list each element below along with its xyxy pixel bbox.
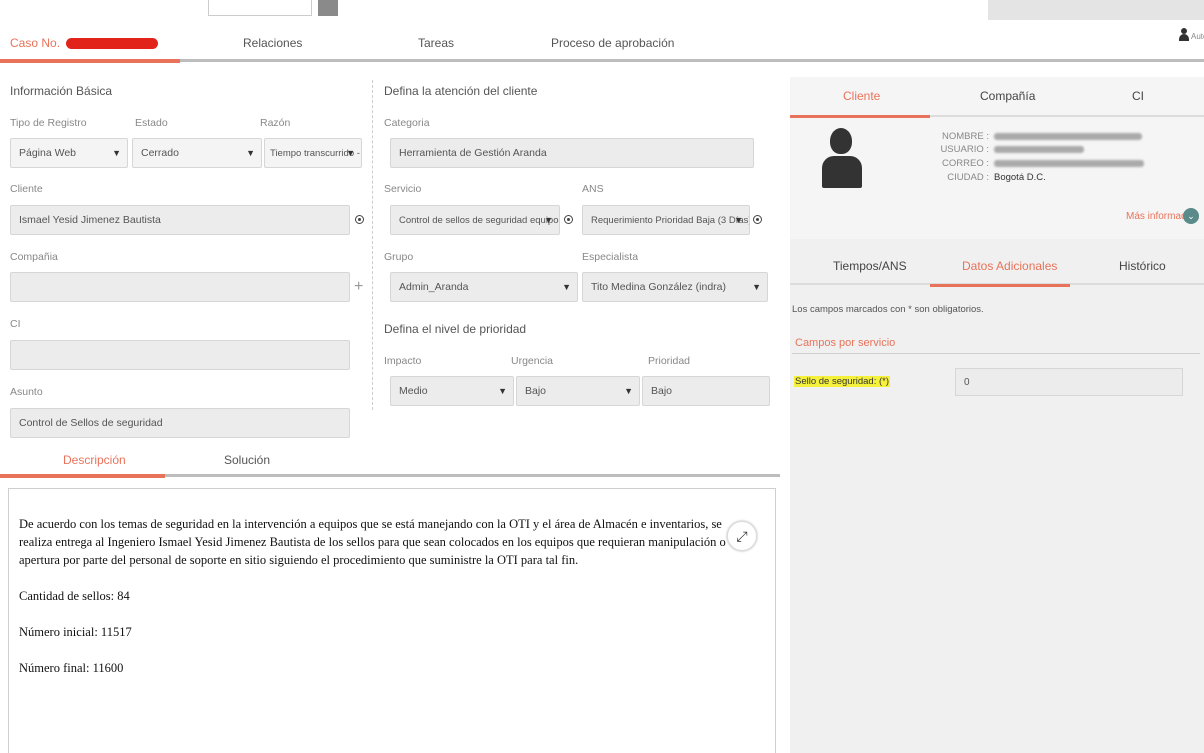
user-name: Auto	[1191, 32, 1204, 41]
cliente-info-icon[interactable]	[355, 215, 364, 224]
avatar-icon	[822, 128, 862, 188]
nombre-value	[994, 131, 1142, 142]
ciudad-label: CIUDAD :	[947, 172, 989, 183]
expand-icon[interactable]: ⤢	[727, 521, 757, 551]
compania-field[interactable]	[10, 272, 350, 302]
tab-relaciones[interactable]: Relaciones	[243, 36, 302, 50]
top-search-button[interactable]	[318, 0, 338, 16]
ci-label: CI	[10, 318, 21, 330]
cliente-value: Ismael Yesid Jimenez Bautista	[19, 214, 161, 226]
razon-select[interactable]: Tiempo transcurrido - Sin re...	[264, 138, 362, 168]
column-divider	[372, 80, 373, 410]
categoria-field[interactable]: Herramienta de Gestión Aranda	[390, 138, 754, 168]
attention-title: Defina la atención del cliente	[384, 84, 538, 98]
campos-divider	[792, 353, 1200, 354]
grupo-label: Grupo	[384, 251, 414, 263]
tab-solucion[interactable]: Solución	[224, 453, 270, 467]
add-compania-icon[interactable]: +	[354, 278, 363, 296]
urgencia-value: Bajo	[525, 385, 547, 397]
active-tab-indicator	[0, 59, 180, 63]
chevron-down-icon[interactable]: ⌄	[1183, 208, 1199, 224]
servicio-select[interactable]: Control de sellos de seguridad equipos	[390, 205, 560, 235]
tab-tareas[interactable]: Tareas	[418, 36, 454, 50]
impacto-label: Impacto	[384, 355, 422, 367]
nombre-label: NOMBRE :	[942, 131, 989, 142]
servicio-label: Servicio	[384, 183, 422, 195]
tab-ci[interactable]: CI	[1132, 89, 1144, 103]
tipo-registro-value: Página Web	[19, 147, 77, 159]
razon-value: Tiempo transcurrido - Sin re...	[270, 147, 361, 159]
sello-seguridad-label: Sello de seguridad: (*)	[794, 376, 890, 387]
tab-datos-adicionales[interactable]: Datos Adicionales	[962, 259, 1057, 273]
extra-tab-indicator	[930, 284, 1070, 287]
user-icon[interactable]	[1178, 28, 1190, 42]
priority-title: Defina el nivel de prioridad	[384, 322, 527, 336]
description-content[interactable]: De acuerdo con los temas de seguridad en…	[8, 488, 776, 753]
sello-seguridad-field[interactable]: 0	[955, 368, 1183, 396]
prioridad-value: Bajo	[651, 385, 673, 397]
basic-info-title: Información Básica	[10, 84, 113, 98]
tab-descripcion[interactable]: Descripción	[63, 453, 126, 467]
impacto-value: Medio	[399, 385, 428, 397]
ciudad-value: Bogotá D.C.	[994, 172, 1046, 183]
correo-label: CORREO :	[942, 158, 989, 169]
compania-label: Compañia	[10, 251, 58, 263]
ans-label: ANS	[582, 183, 604, 195]
usuario-value	[994, 144, 1084, 155]
ans-info-icon[interactable]	[753, 215, 762, 224]
estado-value: Cerrado	[141, 147, 179, 159]
tab-compania[interactable]: Compañía	[980, 89, 1035, 103]
asunto-field[interactable]: Control de Sellos de seguridad	[10, 408, 350, 438]
impacto-select[interactable]: Medio	[390, 376, 514, 406]
cliente-field[interactable]: Ismael Yesid Jimenez Bautista	[10, 205, 350, 235]
correo-value	[994, 158, 1144, 169]
prioridad-label: Prioridad	[648, 355, 691, 367]
prioridad-field[interactable]: Bajo	[642, 376, 770, 406]
estado-select[interactable]: Cerrado	[132, 138, 262, 168]
tab-cliente[interactable]: Cliente	[843, 89, 880, 103]
ci-field[interactable]	[10, 340, 350, 370]
required-fields-note: Los campos marcados con * son obligatori…	[792, 304, 984, 315]
categoria-label: Categoria	[384, 117, 430, 129]
tab-historico[interactable]: Histórico	[1119, 259, 1166, 273]
description-numero-final: Número final: 11600	[19, 661, 124, 675]
campos-por-servicio-title: Campos por servicio	[795, 337, 896, 349]
cliente-label: Cliente	[10, 183, 43, 195]
ans-select[interactable]: Requerimiento Prioridad Baja (3 Días)	[582, 205, 750, 235]
especialista-label: Especialista	[582, 251, 639, 263]
especialista-select[interactable]: Tito Medina González (indra)	[582, 272, 768, 302]
avatar-head	[830, 128, 852, 154]
especialista-value: Tito Medina González (indra)	[591, 281, 727, 293]
asunto-value: Control de Sellos de seguridad	[19, 417, 163, 429]
urgencia-label: Urgencia	[511, 355, 554, 367]
tab-tiempos-ans[interactable]: Tiempos/ANS	[833, 259, 907, 273]
description-tab-indicator	[0, 474, 165, 478]
avatar-body	[822, 156, 862, 188]
client-tab-indicator	[790, 115, 930, 118]
tipo-registro-label: Tipo de Registro	[10, 117, 87, 129]
grupo-value: Admin_Aranda	[399, 281, 469, 293]
grupo-select[interactable]: Admin_Aranda	[390, 272, 578, 302]
categoria-value: Herramienta de Gestión Aranda	[399, 147, 547, 159]
tab-proceso-aprobacion[interactable]: Proceso de aprobación	[551, 36, 674, 50]
usuario-label: USUARIO :	[940, 144, 989, 155]
urgencia-select[interactable]: Bajo	[516, 376, 640, 406]
top-right-toolbar	[988, 0, 1204, 20]
redacted-case-number	[66, 38, 159, 50]
description-cantidad: Cantidad de sellos: 84	[19, 589, 130, 603]
tab-caso[interactable]: Caso No.	[10, 36, 159, 50]
tipo-registro-select[interactable]: Página Web	[10, 138, 128, 168]
top-search-input[interactable]	[208, 0, 312, 16]
asunto-label: Asunto	[10, 386, 43, 398]
description-numero-inicial: Número inicial: 11517	[19, 625, 132, 639]
servicio-info-icon[interactable]	[564, 215, 573, 224]
ans-value: Requerimiento Prioridad Baja (3 Días)	[591, 214, 750, 226]
description-paragraph: De acuerdo con los temas de seguridad en…	[19, 517, 726, 567]
estado-label: Estado	[135, 117, 168, 129]
razon-label: Razón	[260, 117, 291, 129]
tab-caso-label: Caso No.	[10, 36, 61, 50]
servicio-value: Control de sellos de seguridad equipos	[399, 214, 560, 226]
sello-seguridad-value: 0	[964, 376, 970, 388]
